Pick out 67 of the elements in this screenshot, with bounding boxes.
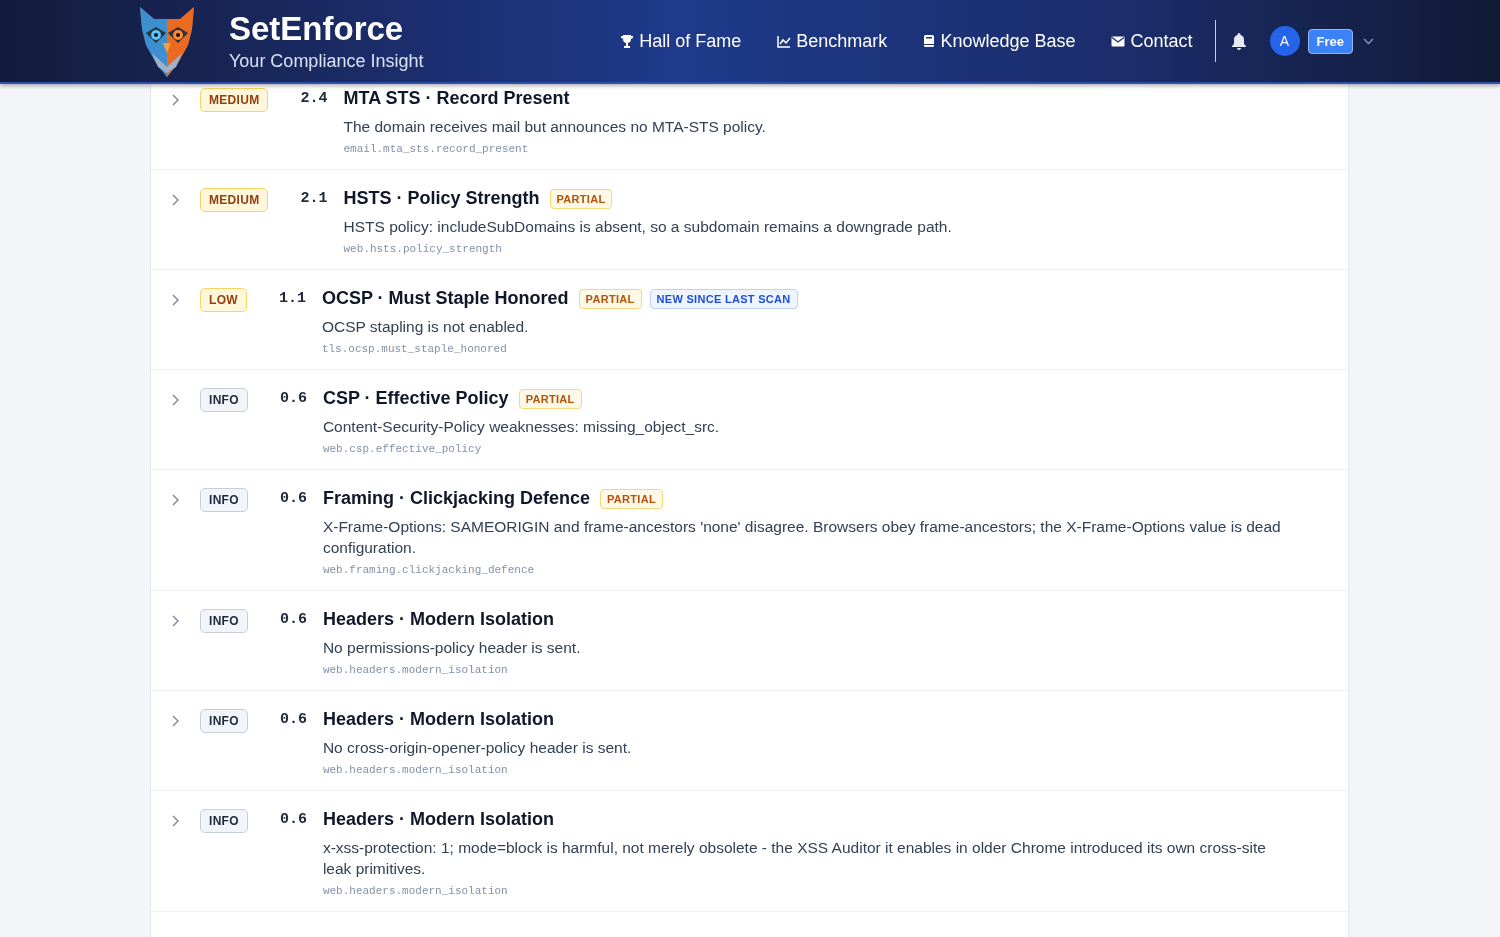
status-tag: PARTIAL [600,488,663,509]
finding-title: Framing · Clickjacking Defence [322,488,590,509]
trophy-icon [620,33,635,49]
chevron-right-icon[interactable] [171,93,181,107]
bell-icon[interactable] [1230,32,1247,50]
finding-description: No permissions-policy header is sent. [322,638,581,658]
score: 0.6 [279,611,307,628]
severity-badge: LOW [200,288,247,312]
check-id: email.mta_sts.record_present [343,143,530,155]
finding-description: No cross-origin-opener-policy header is sent. [322,738,632,758]
line-chart-icon [777,34,792,48]
finding-title: CSP · Effective Policy [322,388,509,409]
check-id: web.framing.clickjacking_defence [322,564,536,576]
tagline: Your Compliance Insight [229,51,424,72]
score: 0.6 [279,490,307,507]
nav-link[interactable]: Knowledge Base [923,30,1076,52]
chevron-right-icon[interactable] [171,393,181,407]
severity-badge: MEDIUM [200,188,269,212]
check-id: web.headers.modern_isolation [322,885,509,897]
finding-title: Headers · Modern Isolation [322,709,554,730]
chevron-down-icon[interactable] [1363,37,1374,45]
severity-badge: INFO [200,809,248,833]
brand-name: SetEnforce [229,10,405,48]
chevron-right-icon[interactable] [171,814,181,828]
nav-link[interactable]: Contact [1111,30,1193,52]
status-tag: PARTIAL [549,188,613,209]
severity-badge: INFO [200,709,248,733]
check-id: web.headers.modern_isolation [322,664,509,676]
book-icon [923,34,936,48]
score: 0.6 [279,711,307,728]
check-id: tls.ocsp.must_staple_honored [321,343,508,355]
status-tag: PARTIAL [518,388,582,409]
nav-link[interactable]: Hall of Fame [620,30,742,52]
status-tag: NEW SINCE LAST SCAN [649,288,798,309]
finding-title: Headers · Modern Isolation [322,809,554,830]
finding-description: Content-Security-Policy weaknesses: missing_object_src. [322,417,720,437]
severity-badge: MEDIUM [200,88,269,112]
finding-title: OCSP · Must Staple Honored [321,288,569,309]
finding-title: MTA STS · Record Present [343,88,570,109]
nav-link[interactable]: Benchmark [777,30,888,52]
status-tag: PARTIAL [578,288,642,309]
chevron-right-icon[interactable] [171,714,181,728]
chevron-right-icon[interactable] [171,193,181,207]
finding-title: Headers · Modern Isolation [322,609,554,630]
mail-icon [1111,35,1126,47]
chevron-right-icon[interactable] [171,493,181,507]
plan-button[interactable]: Free [1307,28,1353,54]
score: 2.4 [300,90,328,107]
chevron-right-icon[interactable] [171,293,181,307]
score: 2.1 [300,190,328,207]
score: 0.6 [279,811,307,828]
finding-description: x-xss-protection: 1; mode=block is harmful, not merely obsolete - the XSS Auditor it enables in older Chrome introduced its own cross-site leak primitives. [322,838,1267,879]
check-id: web.headers.modern_isolation [322,764,509,776]
severity-badge: INFO [200,488,248,512]
user-avatar[interactable]: A [1269,26,1300,56]
finding-description: OCSP stapling is not enabled. [321,317,530,337]
severity-badge: INFO [200,388,248,412]
finding-description: The domain receives mail but announces no MTA-STS policy. [343,117,766,137]
finding-title: HSTS · Policy Strength [343,188,540,209]
chevron-right-icon[interactable] [171,614,181,628]
finding-description: HSTS policy: includeSubDomains is absent, so a subdomain remains a downgrade path. [343,217,952,237]
score: 0.6 [279,390,307,407]
severity-badge: INFO [200,609,248,633]
score: 1.1 [278,290,306,307]
finding-description: X-Frame-Options: SAMEORIGIN and frame-ancestors 'none' disagree. Browsers obey frame-ancestors; the X-Frame-Options value is dead configuration. [322,517,1282,558]
check-id: web.csp.effective_policy [322,443,483,455]
check-id: web.hsts.policy_strength [343,243,503,255]
